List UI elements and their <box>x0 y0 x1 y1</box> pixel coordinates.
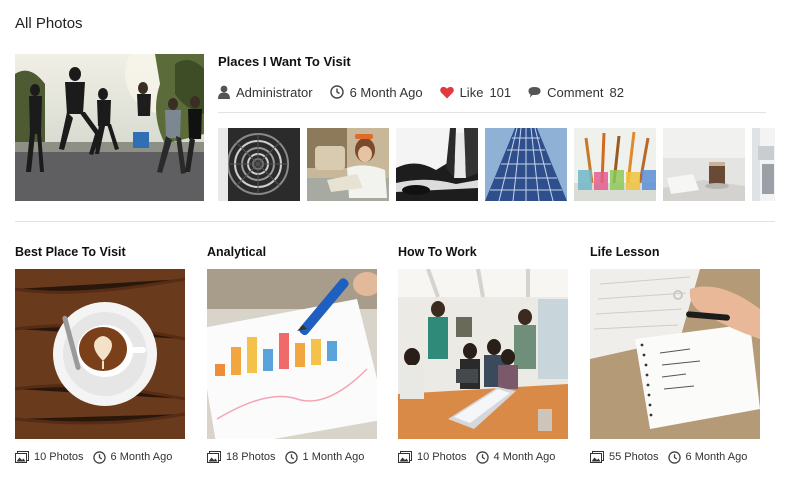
photos-icon <box>590 451 604 463</box>
photo-count: 10 Photos <box>34 451 84 463</box>
age-text: 6 Month Ago <box>349 84 423 100</box>
user-icon <box>218 85 230 99</box>
section-divider <box>15 221 775 222</box>
photos-icon <box>15 451 29 463</box>
album-meta: 55 Photos 6 Month Ago <box>590 449 760 465</box>
thumbnail-coffee-book[interactable] <box>663 128 745 201</box>
comment-count: 82 <box>609 84 624 100</box>
comment-label: Comment <box>547 84 604 100</box>
album-age: 4 Month Ago <box>493 451 556 463</box>
heart-icon <box>439 86 454 98</box>
clock-icon <box>92 450 106 464</box>
album-meta: 10 Photos 6 Month Ago <box>15 449 185 465</box>
album-meta: 10 Photos 4 Month Ago <box>398 449 568 465</box>
album-cover-image[interactable] <box>15 269 185 439</box>
album-title[interactable]: Life Lesson <box>590 245 760 261</box>
thumbnail-spiral-staircase[interactable] <box>218 128 300 201</box>
clock-icon <box>284 450 298 464</box>
meta-divider <box>218 112 766 113</box>
album-age: 6 Month Ago <box>685 451 748 463</box>
album-cover-image[interactable] <box>398 269 568 439</box>
thumbnail-paint-brushes[interactable] <box>574 128 656 201</box>
photos-icon <box>398 451 412 463</box>
like-label: Like <box>459 84 484 100</box>
like-button[interactable]: Like 101 <box>439 84 512 100</box>
photo-count: 55 Photos <box>609 451 659 463</box>
clock-icon <box>329 85 344 99</box>
featured-cover-image[interactable] <box>15 54 204 201</box>
album-cover-image[interactable] <box>207 269 377 439</box>
thumbnail-girl-reading[interactable] <box>307 128 389 201</box>
thumbnail-partial-photo[interactable] <box>752 128 775 201</box>
thumbnail-strip <box>218 128 775 201</box>
thumbnail-waterfall-rocks[interactable] <box>396 128 478 201</box>
album-title[interactable]: How To Work <box>398 245 568 261</box>
album-card[interactable]: Life Lesson 55 Photos 6 Month Ago <box>590 245 760 465</box>
album-title[interactable]: Best Place To Visit <box>15 245 185 261</box>
album-card[interactable]: How To Work 10 Photos 4 Month Ago <box>398 245 568 465</box>
comment-icon <box>528 87 541 98</box>
age-meta: 6 Month Ago <box>329 84 423 100</box>
clock-icon <box>667 450 681 464</box>
clock-icon <box>475 450 489 464</box>
comment-button[interactable]: Comment 82 <box>528 85 624 100</box>
like-count: 101 <box>489 84 512 100</box>
photo-count: 10 Photos <box>417 451 467 463</box>
featured-meta: Administrator 6 Month Ago Like 101 Comme… <box>218 83 641 101</box>
page-title: All Photos <box>15 15 83 32</box>
author-name: Administrator <box>236 84 313 100</box>
album-cover-image[interactable] <box>590 269 760 439</box>
thumbnail-skyscraper[interactable] <box>485 128 567 201</box>
album-age: 1 Month Ago <box>302 451 365 463</box>
featured-title[interactable]: Places I Want To Visit <box>218 54 351 69</box>
author-meta[interactable]: Administrator <box>218 85 313 100</box>
album-age: 6 Month Ago <box>110 451 173 463</box>
album-card[interactable]: Best Place To Visit 10 Photos 6 Month Ag… <box>15 245 185 465</box>
photos-icon <box>207 451 221 463</box>
photo-count: 18 Photos <box>226 451 276 463</box>
album-title[interactable]: Analytical <box>207 245 377 261</box>
album-meta: 18 Photos 1 Month Ago <box>207 449 377 465</box>
album-card[interactable]: Analytical 18 Photos 1 Month Ago <box>207 245 377 465</box>
